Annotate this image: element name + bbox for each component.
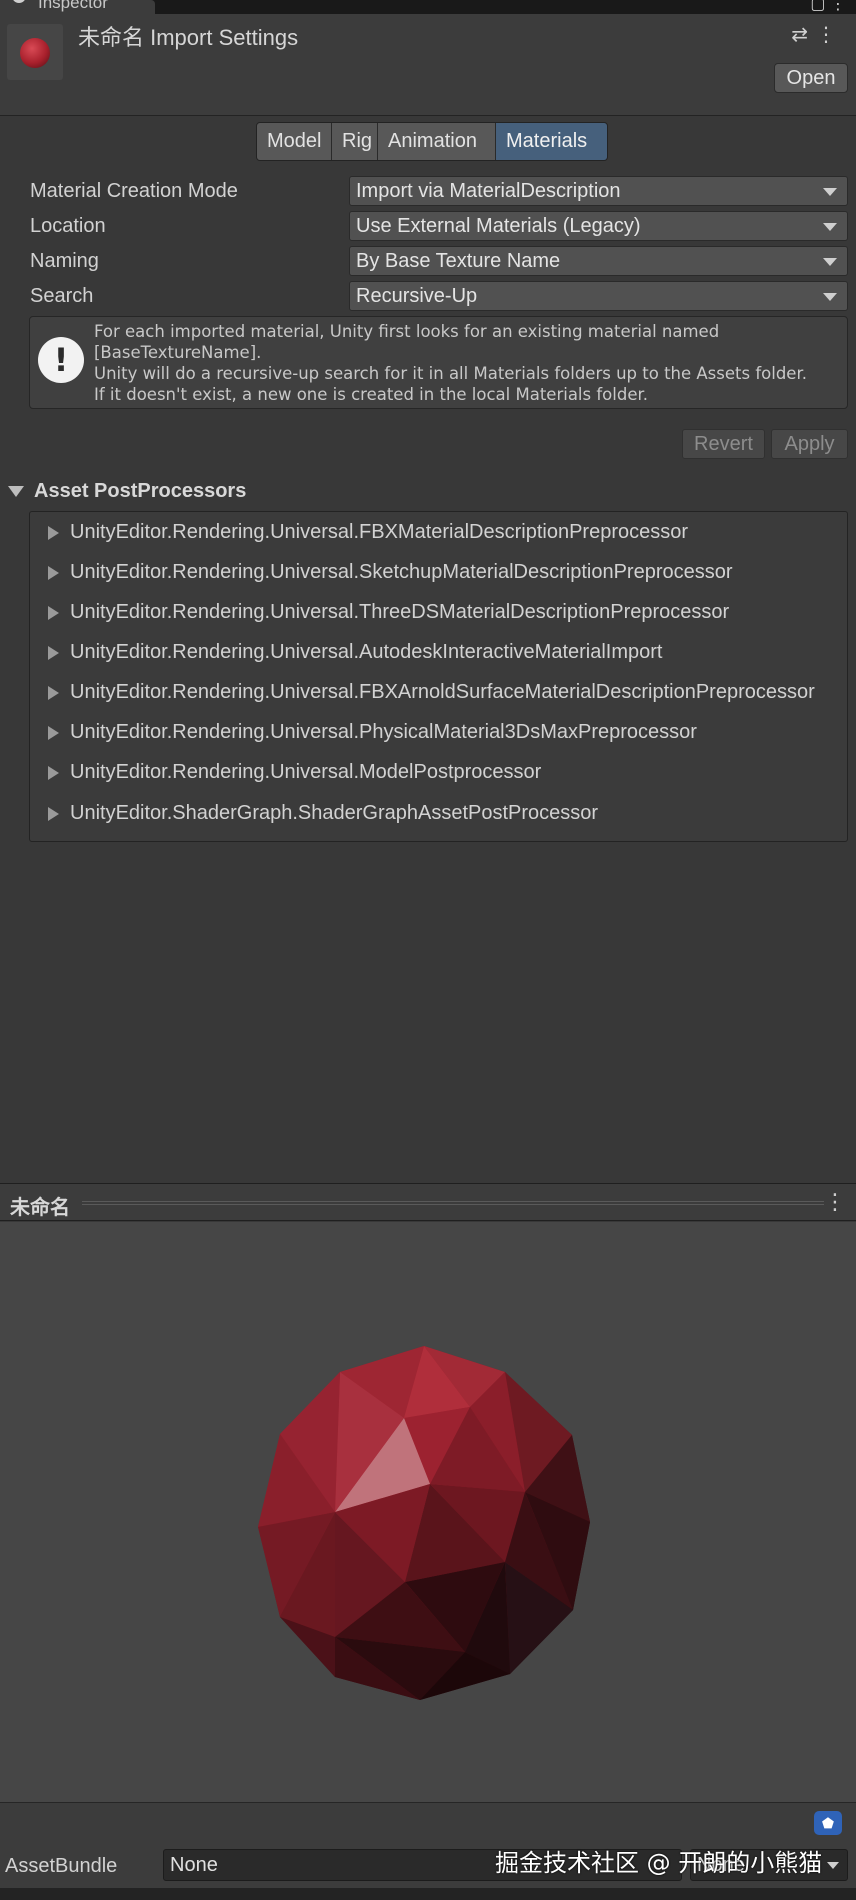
header-title: 未命名 Import Settings <box>78 25 299 50</box>
kebab-icon[interactable]: ⋮ <box>816 24 844 46</box>
window-controls: ▢ ⋮ <box>810 0 846 14</box>
property-label: Search <box>30 285 94 307</box>
asset-thumbnail <box>7 24 63 80</box>
list-item[interactable]: UnityEditor.Rendering.Universal.ModelPos… <box>30 756 541 788</box>
property-naming: Naming By Base Texture Name <box>0 246 856 278</box>
helpbox-text: For each imported material, Unity first … <box>94 322 807 404</box>
material-creation-mode-dropdown[interactable]: Import via MaterialDescription <box>349 176 848 206</box>
list-item-label: UnityEditor.ShaderGraph.ShaderGraphAsset… <box>70 802 599 824</box>
bottom-strip <box>0 1888 856 1900</box>
dropdown-value: By Base Texture Name <box>356 250 561 272</box>
list-item-label: UnityEditor.Rendering.Universal.Sketchup… <box>70 561 733 583</box>
triangle-right-icon <box>48 807 59 821</box>
list-item[interactable]: UnityEditor.Rendering.Universal.ThreeDSM… <box>30 596 729 628</box>
list-item-label: UnityEditor.Rendering.Universal.Physical… <box>70 721 697 743</box>
triangle-right-icon <box>48 726 59 740</box>
tab-animation[interactable]: Animation <box>378 123 496 160</box>
triangle-right-icon <box>48 646 59 660</box>
assetbundle-bar: ⬟ AssetBundle None None 掘金技术社区 @ 开朗的小熊猫 <box>0 1802 856 1900</box>
import-settings-header: 未命名 Import Settings ⇄⋮ Open <box>0 14 856 116</box>
search-dropdown[interactable]: Recursive-Up <box>349 281 848 311</box>
triangle-right-icon <box>48 606 59 620</box>
list-item[interactable]: UnityEditor.Rendering.Universal.FBXArnol… <box>30 676 815 708</box>
dropdown-value: None <box>170 1854 218 1876</box>
list-item-label: UnityEditor.Rendering.Universal.ThreeDSM… <box>70 601 730 623</box>
tag-icon[interactable]: ⬟ <box>814 1811 842 1835</box>
low-poly-sphere <box>258 1346 590 1700</box>
property-search: Search Recursive-Up <box>0 281 856 313</box>
preview-title: 未命名 <box>10 1197 70 1219</box>
window-tab-bar: Inspector ▢ ⋮ <box>0 0 856 14</box>
revert-button[interactable]: Revert <box>682 429 765 459</box>
inspector-tab[interactable]: Inspector <box>0 0 155 14</box>
property-material-creation-mode: Material Creation Mode Import via Materi… <box>0 176 856 208</box>
triangle-right-icon <box>48 566 59 580</box>
inspector-tab-label: Inspector <box>38 0 108 12</box>
property-location: Location Use External Materials (Legacy) <box>0 211 856 243</box>
dropdown-value: Recursive-Up <box>356 285 478 307</box>
list-item-label: UnityEditor.Rendering.Universal.FBXArnol… <box>70 681 815 703</box>
location-dropdown[interactable]: Use External Materials (Legacy) <box>349 211 848 241</box>
sliders-icon[interactable]: ⇄ <box>791 24 816 46</box>
info-icon <box>12 0 26 3</box>
list-item[interactable]: UnityEditor.Rendering.Universal.Sketchup… <box>30 556 733 588</box>
sphere-thumbnail-icon <box>20 38 50 68</box>
model-preview[interactable] <box>0 1222 856 1802</box>
tab-rig[interactable]: Rig <box>332 123 378 160</box>
open-button[interactable]: Open <box>774 63 848 93</box>
postprocessors-list: UnityEditor.Rendering.Universal.FBXMater… <box>29 511 848 842</box>
list-item[interactable]: UnityEditor.ShaderGraph.ShaderGraphAsset… <box>30 797 598 829</box>
triangle-right-icon <box>48 526 59 540</box>
assetbundle-label: AssetBundle <box>5 1855 118 1877</box>
chevron-down-icon <box>823 223 837 231</box>
tab-materials[interactable]: Materials <box>496 123 607 160</box>
property-label: Naming <box>30 250 99 272</box>
list-item-label: UnityEditor.Rendering.Universal.ModelPos… <box>70 761 542 783</box>
chevron-down-icon <box>823 293 837 301</box>
import-tabs: Model Rig Animation Materials <box>256 122 608 161</box>
apply-button[interactable]: Apply <box>771 429 848 459</box>
watermark: 掘金技术社区 @ 开朗的小熊猫 <box>495 1849 823 1877</box>
property-label: Location <box>30 215 106 237</box>
maximize-icon[interactable]: ▢ <box>810 0 825 13</box>
dropdown-value: Import via MaterialDescription <box>356 180 621 202</box>
list-item-label: UnityEditor.Rendering.Universal.Autodesk… <box>70 641 663 663</box>
chevron-down-icon <box>827 1862 839 1869</box>
list-item[interactable]: UnityEditor.Rendering.Universal.Autodesk… <box>30 636 663 668</box>
dropdown-value: Use External Materials (Legacy) <box>356 215 641 237</box>
naming-dropdown[interactable]: By Base Texture Name <box>349 246 848 276</box>
preview-header: 未命名 ⋮ <box>0 1183 856 1221</box>
kebab-icon[interactable]: ⋮ <box>824 1189 846 1215</box>
chevron-down-icon <box>823 258 837 266</box>
triangle-right-icon <box>48 686 59 700</box>
triangle-down-icon <box>8 486 24 498</box>
info-helpbox: ! For each imported material, Unity firs… <box>29 316 848 409</box>
window-menu-icon[interactable]: ⋮ <box>830 0 846 13</box>
property-label: Material Creation Mode <box>30 180 238 202</box>
tab-model[interactable]: Model <box>257 123 332 160</box>
postprocessors-foldout[interactable]: Asset PostProcessors <box>8 480 246 503</box>
chevron-down-icon <box>823 188 837 196</box>
sphere-preview <box>258 1346 590 1700</box>
triangle-right-icon <box>48 766 59 780</box>
postprocessors-title: Asset PostProcessors <box>34 480 247 502</box>
list-item[interactable]: UnityEditor.Rendering.Universal.FBXMater… <box>30 516 688 548</box>
list-item[interactable]: UnityEditor.Rendering.Universal.Physical… <box>30 716 697 748</box>
list-item-label: UnityEditor.Rendering.Universal.FBXMater… <box>70 521 689 543</box>
drag-handle[interactable] <box>82 1201 824 1205</box>
exclamation-icon: ! <box>38 337 84 383</box>
header-icons: ⇄⋮ <box>791 22 844 47</box>
